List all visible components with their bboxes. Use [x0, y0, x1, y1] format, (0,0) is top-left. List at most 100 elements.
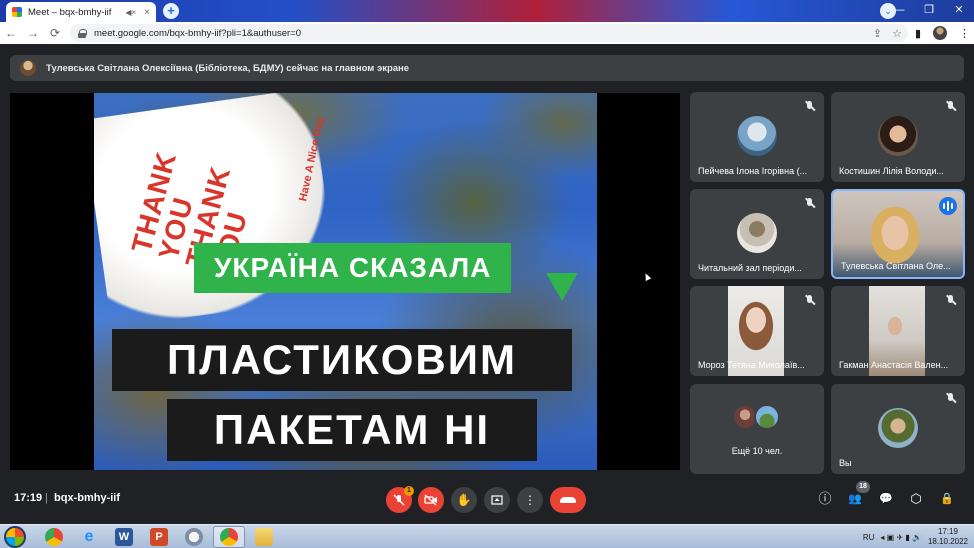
participant-tile-active-speaker[interactable]: Тулевська Світлана Оле... — [831, 189, 965, 279]
chrome-icon — [45, 528, 63, 546]
profile-avatar[interactable] — [933, 26, 947, 40]
hang-up-icon — [560, 497, 576, 503]
black-banner-line-1: ПЛАСТИКОВИМ — [112, 329, 572, 391]
participant-name: Вы — [839, 458, 852, 468]
chrome-icon — [220, 528, 238, 546]
more-options-button[interactable]: ⋮ — [517, 487, 543, 513]
avatar — [754, 404, 780, 430]
presenting-notice: Тулевська Світлана Олексіївна (Бібліотек… — [10, 55, 964, 81]
green-banner: УКРАЇНА СКАЗАЛА — [194, 243, 512, 293]
taskbar-ie[interactable]: e — [73, 526, 105, 548]
taskbar-explorer[interactable] — [248, 526, 280, 548]
self-tile[interactable]: Вы — [831, 384, 965, 474]
clock-time: 17:19 — [937, 527, 958, 536]
browser-toolbar: ← → ⟳ meet.google.com/bqx-bmhy-iif?pli=1… — [0, 22, 974, 44]
leave-call-button[interactable] — [550, 487, 586, 513]
avatar — [878, 116, 918, 156]
black-banner-line-2: ПАКЕТАМ НІ — [167, 399, 537, 461]
word-icon: W — [115, 528, 133, 546]
participant-tile[interactable]: Пейчева Ілона Ігорівна (... — [690, 92, 824, 182]
new-tab-button[interactable]: + — [163, 3, 179, 19]
close-window-button[interactable]: ✕ — [944, 0, 974, 20]
taskbar-chrome-active[interactable] — [213, 526, 245, 548]
meeting-code: bqx-bmhy-iif — [54, 492, 120, 504]
speaking-indicator-icon — [939, 197, 957, 215]
paint-icon — [185, 528, 203, 546]
browser-tabstrip: Meet – bqx-bmhy-iif ◀× × + ⌄ — ❐ ✕ — [0, 0, 974, 22]
mic-off-icon — [804, 197, 816, 209]
taskbar-paint[interactable] — [178, 526, 210, 548]
window-controls: — ❐ ✕ — [884, 0, 974, 20]
windows-taskbar: e W P RU ◂ ▣ ✈ ▮ 🔊 17:19 18.10.2022 — [0, 524, 974, 548]
camera-toggle-button[interactable] — [418, 487, 444, 513]
present-screen-icon — [491, 495, 503, 505]
chat-icon[interactable]: 💬 — [877, 490, 895, 508]
taskbar-clock[interactable]: 17:19 18.10.2022 — [928, 527, 968, 547]
participant-tile[interactable]: Мороз Тетяна Миколаїв... — [690, 286, 824, 376]
people-count-badge: 18 — [856, 481, 870, 493]
participant-tile[interactable]: Читальний зал періоди... — [690, 189, 824, 279]
language-indicator[interactable]: RU — [863, 533, 875, 542]
explorer-icon — [255, 528, 273, 546]
mic-warning-badge: 1 — [404, 486, 414, 496]
minimize-button[interactable]: — — [884, 0, 914, 20]
stacked-avatars — [732, 404, 780, 430]
presenting-notice-text: Тулевська Світлана Олексіївна (Бібліотек… — [46, 62, 410, 74]
activities-icon[interactable]: ⬡ — [907, 490, 925, 508]
participant-name: Мороз Тетяна Миколаїв... — [698, 360, 805, 370]
separator: | — [45, 492, 48, 504]
more-vert-icon: ⋮ — [524, 493, 536, 507]
participant-name: Пейчева Ілона Ігорівна (... — [698, 166, 808, 176]
forward-icon[interactable]: → — [22, 26, 44, 40]
camera-off-icon — [424, 494, 437, 506]
meet-favicon-icon — [12, 7, 22, 17]
maximize-button[interactable]: ❐ — [914, 0, 944, 20]
bookmark-star-icon[interactable]: ☆ — [892, 27, 902, 40]
presentation-stage[interactable]: THANK YOU THANK YOU Have A Nice Day УКРА… — [10, 93, 680, 470]
tab-close-icon[interactable]: × — [144, 7, 150, 18]
address-bar[interactable]: meet.google.com/bqx-bmhy-iif?pli=1&authu… — [70, 24, 908, 42]
clock-date: 18.10.2022 — [927, 537, 968, 546]
participant-name: Тулевська Світлана Оле... — [841, 261, 951, 271]
system-tray: RU ◂ ▣ ✈ ▮ 🔊 17:19 18.10.2022 — [863, 525, 974, 548]
meeting-info-icon[interactable]: ⓘ — [816, 490, 834, 508]
menu-kebab-icon[interactable]: ⋮ — [959, 27, 970, 40]
tray-icons[interactable]: ◂ ▣ ✈ ▮ 🔊 — [880, 533, 922, 542]
present-button[interactable] — [484, 487, 510, 513]
mic-off-icon — [945, 294, 957, 306]
powerpoint-icon: P — [150, 528, 168, 546]
taskbar-chrome[interactable] — [38, 526, 70, 548]
taskbar-word[interactable]: W — [108, 526, 140, 548]
avatar — [737, 116, 777, 156]
tab-meet[interactable]: Meet – bqx-bmhy-iif ◀× × — [6, 2, 156, 22]
participant-tile[interactable]: Гакман Анастасія Вален... — [831, 286, 965, 376]
participant-tile[interactable]: Костишин Лілія Володи... — [831, 92, 965, 182]
mic-off-icon — [945, 392, 957, 404]
mic-off-icon — [804, 294, 816, 306]
participant-name: Гакман Анастасія Вален... — [839, 360, 949, 370]
avatar — [878, 408, 918, 448]
mouse-cursor-icon — [642, 272, 652, 281]
participant-name: Читальний зал періоди... — [698, 263, 802, 273]
start-button[interactable] — [4, 526, 26, 548]
raise-hand-button[interactable]: ✋ — [451, 487, 477, 513]
back-icon[interactable]: ← — [0, 26, 22, 40]
mic-off-icon — [804, 100, 816, 112]
lock-icon[interactable] — [78, 28, 87, 38]
presenter-avatar — [20, 60, 36, 76]
more-participants-label: Ещё 10 чел. — [731, 446, 783, 456]
ie-icon: e — [84, 528, 94, 545]
mic-off-icon — [945, 100, 957, 112]
tab-title: Meet – bqx-bmhy-iif — [28, 6, 112, 18]
share-icon[interactable]: ⇪ — [873, 27, 882, 40]
url-text[interactable]: meet.google.com/bqx-bmhy-iif?pli=1&authu… — [94, 28, 301, 39]
tab-audio-icon[interactable]: ◀× — [125, 8, 136, 17]
participant-name: Костишин Лілія Володи... — [839, 166, 944, 176]
host-controls-icon[interactable]: 🔒 — [938, 490, 956, 508]
more-participants-tile[interactable]: Ещё 10 чел. — [690, 384, 824, 474]
meeting-time: 17:19 — [14, 492, 43, 504]
sidebar-icon[interactable]: ▮ — [915, 27, 921, 40]
hand-icon: ✋ — [456, 493, 472, 507]
taskbar-powerpoint[interactable]: P — [143, 526, 175, 548]
reload-icon[interactable]: ⟳ — [44, 26, 66, 40]
